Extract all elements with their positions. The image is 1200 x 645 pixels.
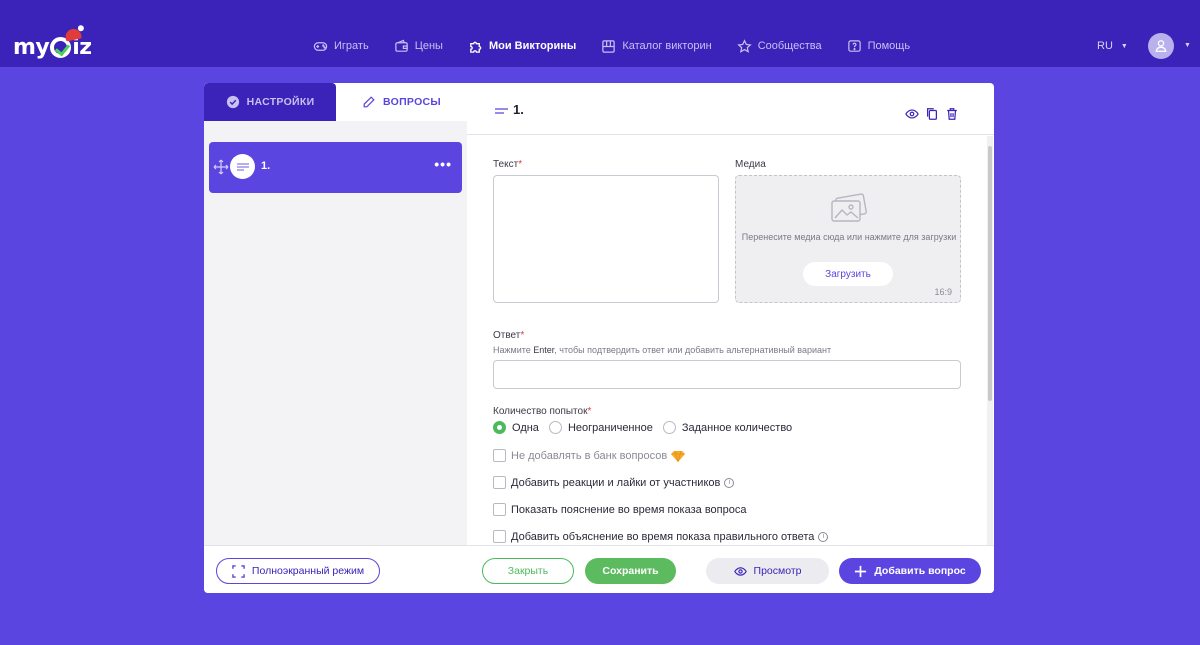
radio-icon: [548, 421, 562, 434]
copy-icon[interactable]: [925, 107, 939, 121]
question-title: 1.: [513, 102, 524, 117]
premium-diamond-icon: [671, 450, 686, 462]
nav-catalog-label: Каталог викторин: [622, 40, 712, 52]
question-number: 1.: [261, 160, 271, 172]
close-button[interactable]: Закрыть: [482, 558, 574, 584]
check-circle-icon: [226, 95, 239, 109]
question-list-item[interactable]: 1. •••: [209, 142, 462, 193]
info-icon[interactable]: i: [724, 477, 735, 488]
question-header: 1.: [467, 83, 994, 135]
nav-catalog[interactable]: Каталог викторин: [601, 39, 712, 54]
nav-pricing[interactable]: Цены: [394, 39, 443, 54]
nav-help[interactable]: Помощь: [847, 39, 911, 54]
scrollbar-thumb[interactable]: [988, 146, 992, 401]
drag-handle-icon[interactable]: [213, 159, 229, 175]
language-value: RU: [1097, 40, 1113, 52]
text-question-type-icon: [495, 108, 508, 114]
plus-icon: [855, 565, 867, 577]
editor-footer: Полноэкранный режим Закрыть Сохранить Пр…: [204, 545, 994, 593]
save-button[interactable]: Сохранить: [585, 558, 676, 584]
nav-help-label: Помощь: [867, 40, 911, 52]
question-actions: [905, 107, 965, 121]
media-hint: Перенесите медиа сюда или нажмите для за…: [741, 232, 957, 242]
language-selector[interactable]: RU ▼: [1097, 40, 1128, 52]
nav-communities-label: Сообщества: [757, 40, 822, 52]
help-icon: [847, 39, 861, 52]
top-navigation-bar: my iz Играть Цены Мои Викторины Каталог в…: [0, 0, 1200, 67]
info-icon[interactable]: i: [818, 531, 829, 542]
nav-my-quizzes[interactable]: Мои Викторины: [468, 39, 576, 54]
user-avatar[interactable]: [1148, 33, 1174, 59]
answer-explanation-checkbox[interactable]: Добавить объяснение во время показа прав…: [493, 530, 829, 543]
user-icon: [1155, 40, 1167, 52]
tab-questions-label: ВОПРОСЫ: [382, 96, 442, 108]
gamepad-icon: [313, 41, 328, 51]
checkbox-icon: [493, 530, 506, 543]
quiz-editor-card: НАСТРОЙКИ ВОПРОСЫ 1. ••• 1. Текст* Медиа: [204, 83, 994, 593]
eye-icon: [733, 566, 747, 576]
radio-selected-icon: [493, 421, 506, 434]
trash-icon[interactable]: [945, 107, 959, 121]
reactions-checkbox[interactable]: Добавить реакции и лайки от участников i: [493, 476, 735, 489]
answer-input[interactable]: [493, 360, 961, 389]
editor-tabs: НАСТРОЙКИ ВОПРОСЫ: [204, 83, 467, 121]
text-question-icon: [230, 154, 255, 179]
attempts-one-radio[interactable]: Одна: [493, 421, 539, 434]
attempts-label: Количество попыток*: [493, 406, 592, 417]
checkbox-icon: [493, 503, 506, 516]
nav-play-label: Играть: [334, 40, 369, 52]
star-icon: [736, 38, 752, 53]
user-menu-chevron-icon[interactable]: ▼: [1184, 42, 1191, 49]
nav-pricing-label: Цены: [414, 40, 443, 52]
add-question-button[interactable]: Добавить вопрос: [839, 558, 981, 584]
tab-questions[interactable]: ВОПРОСЫ: [336, 83, 467, 121]
media-label: Медиа: [735, 159, 766, 170]
text-label: Текст*: [493, 159, 523, 170]
tab-settings[interactable]: НАСТРОЙКИ: [204, 83, 336, 121]
checkbox-icon: [493, 476, 506, 489]
pencil-icon: [363, 96, 375, 108]
tab-settings-label: НАСТРОЙКИ: [246, 96, 315, 108]
wallet-icon: [394, 39, 408, 52]
more-options-icon[interactable]: •••: [434, 156, 452, 172]
form-scrollbar[interactable]: [987, 136, 993, 545]
answer-label: Ответ*: [493, 330, 525, 341]
no-question-bank-checkbox[interactable]: Не добавлять в банк вопросов: [493, 449, 686, 462]
attempts-unlimited-radio[interactable]: Неограниченное: [548, 421, 653, 434]
preview-button[interactable]: Просмотр: [706, 558, 829, 584]
fullscreen-button[interactable]: Полноэкранный режим: [216, 558, 380, 584]
media-dropzone[interactable]: Перенесите медиа сюда или нажмите для за…: [735, 175, 961, 303]
answer-hint: Нажмите Enter, чтобы подтвердить ответ и…: [493, 345, 832, 355]
preview-label: Просмотр: [753, 565, 802, 577]
eye-icon[interactable]: [905, 107, 919, 121]
attempts-custom-radio[interactable]: Заданное количество: [662, 421, 792, 434]
puzzle-icon: [470, 41, 482, 53]
logo-text-pre: my: [13, 34, 50, 60]
chevron-down-icon: ▼: [1120, 42, 1128, 50]
question-list-panel: 1. •••: [204, 121, 467, 545]
mequiz-logo[interactable]: my iz: [13, 27, 92, 62]
fullscreen-label: Полноэкранный режим: [251, 565, 365, 577]
upload-button[interactable]: Загрузить: [803, 262, 893, 286]
main-nav: Играть Цены Мои Викторины Каталог виктор…: [313, 37, 935, 55]
aspect-ratio-label: 16:9: [934, 287, 952, 297]
question-form: Текст* Медиа Перенесите медиа сюда или н…: [467, 136, 994, 545]
show-explanation-checkbox[interactable]: Показать пояснение во время показа вопро…: [493, 503, 746, 516]
catalog-icon: [602, 39, 616, 53]
attempts-radio-group: Одна Неограниченное Заданное количество: [493, 421, 802, 434]
checkbox-icon: [493, 449, 506, 462]
add-question-label: Добавить вопрос: [874, 565, 966, 577]
question-text-input[interactable]: [493, 175, 719, 303]
image-placeholder-icon: [831, 193, 867, 222]
radio-icon: [662, 421, 676, 434]
nav-my-quizzes-label: Мои Викторины: [488, 40, 577, 52]
nav-play[interactable]: Играть: [313, 39, 369, 54]
nav-communities[interactable]: Сообщества: [736, 38, 822, 54]
fullscreen-icon: [232, 564, 245, 578]
